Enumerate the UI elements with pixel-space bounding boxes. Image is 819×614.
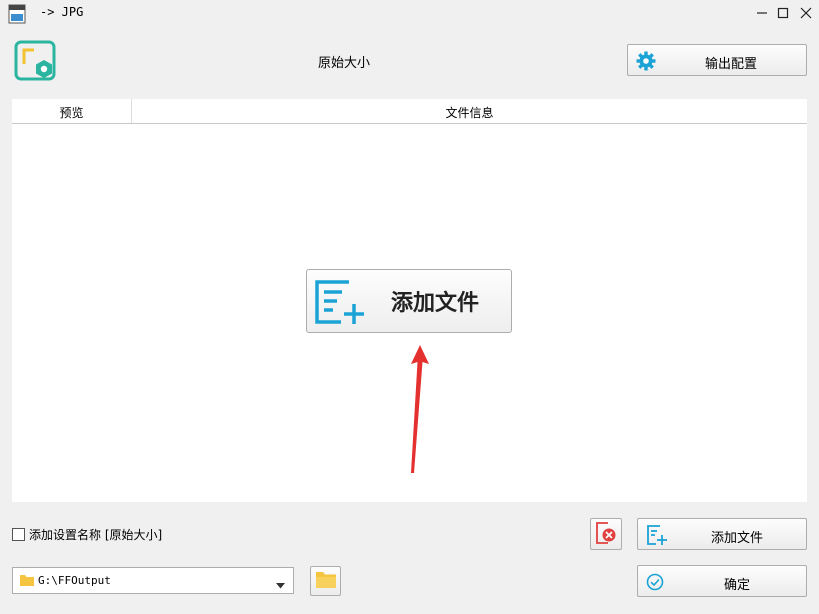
column-header-preview[interactable]: 预览 [12, 104, 131, 121]
title-bar: -> JPG [0, 0, 819, 26]
minimize-icon [757, 12, 767, 14]
add-file-icon [646, 524, 668, 549]
gear-icon [636, 51, 656, 74]
clear-list-icon [594, 520, 618, 549]
add-file-icon [315, 278, 369, 329]
file-list-header: 预览 文件信息 [12, 99, 807, 124]
add-file-center-label: 添加文件 [391, 290, 480, 316]
add-file-button[interactable]: 添加文件 [637, 518, 807, 550]
add-file-label: 添加文件 [710, 531, 763, 546]
add-setting-name-row: 添加设置名称 [原始大小] [12, 526, 162, 543]
window-title: -> JPG [40, 5, 84, 19]
chevron-down-icon [276, 578, 285, 592]
jpg-file-icon [8, 4, 26, 24]
minimize-button[interactable] [751, 0, 773, 26]
folder-icon [20, 574, 34, 589]
output-config-label: 输出配置 [704, 57, 757, 72]
confirm-button[interactable]: 确定 [637, 565, 807, 597]
open-folder-button[interactable] [310, 566, 341, 596]
red-arrow-annotation [411, 345, 429, 473]
output-path-select[interactable]: G:\FFOutput [12, 567, 294, 594]
add-file-center-button[interactable]: 添加文件 [306, 269, 512, 333]
add-setting-name-label[interactable]: 添加设置名称 [原始大小] [29, 526, 162, 543]
open-folder-icon [315, 571, 336, 591]
add-setting-name-checkbox[interactable] [12, 528, 25, 541]
output-config-button[interactable]: 输出配置 [627, 44, 807, 76]
close-button[interactable] [795, 0, 817, 26]
clear-list-button[interactable] [590, 518, 622, 550]
check-circle-icon [646, 573, 664, 594]
output-path-value: G:\FFOutput [38, 574, 111, 587]
close-icon [800, 7, 812, 19]
page-title: 原始大小 [318, 56, 371, 71]
image-convert-logo-icon [14, 40, 58, 82]
column-header-file-info[interactable]: 文件信息 [132, 104, 807, 121]
maximize-icon [777, 7, 789, 19]
confirm-label: 确定 [723, 578, 750, 593]
maximize-button[interactable] [772, 0, 794, 26]
